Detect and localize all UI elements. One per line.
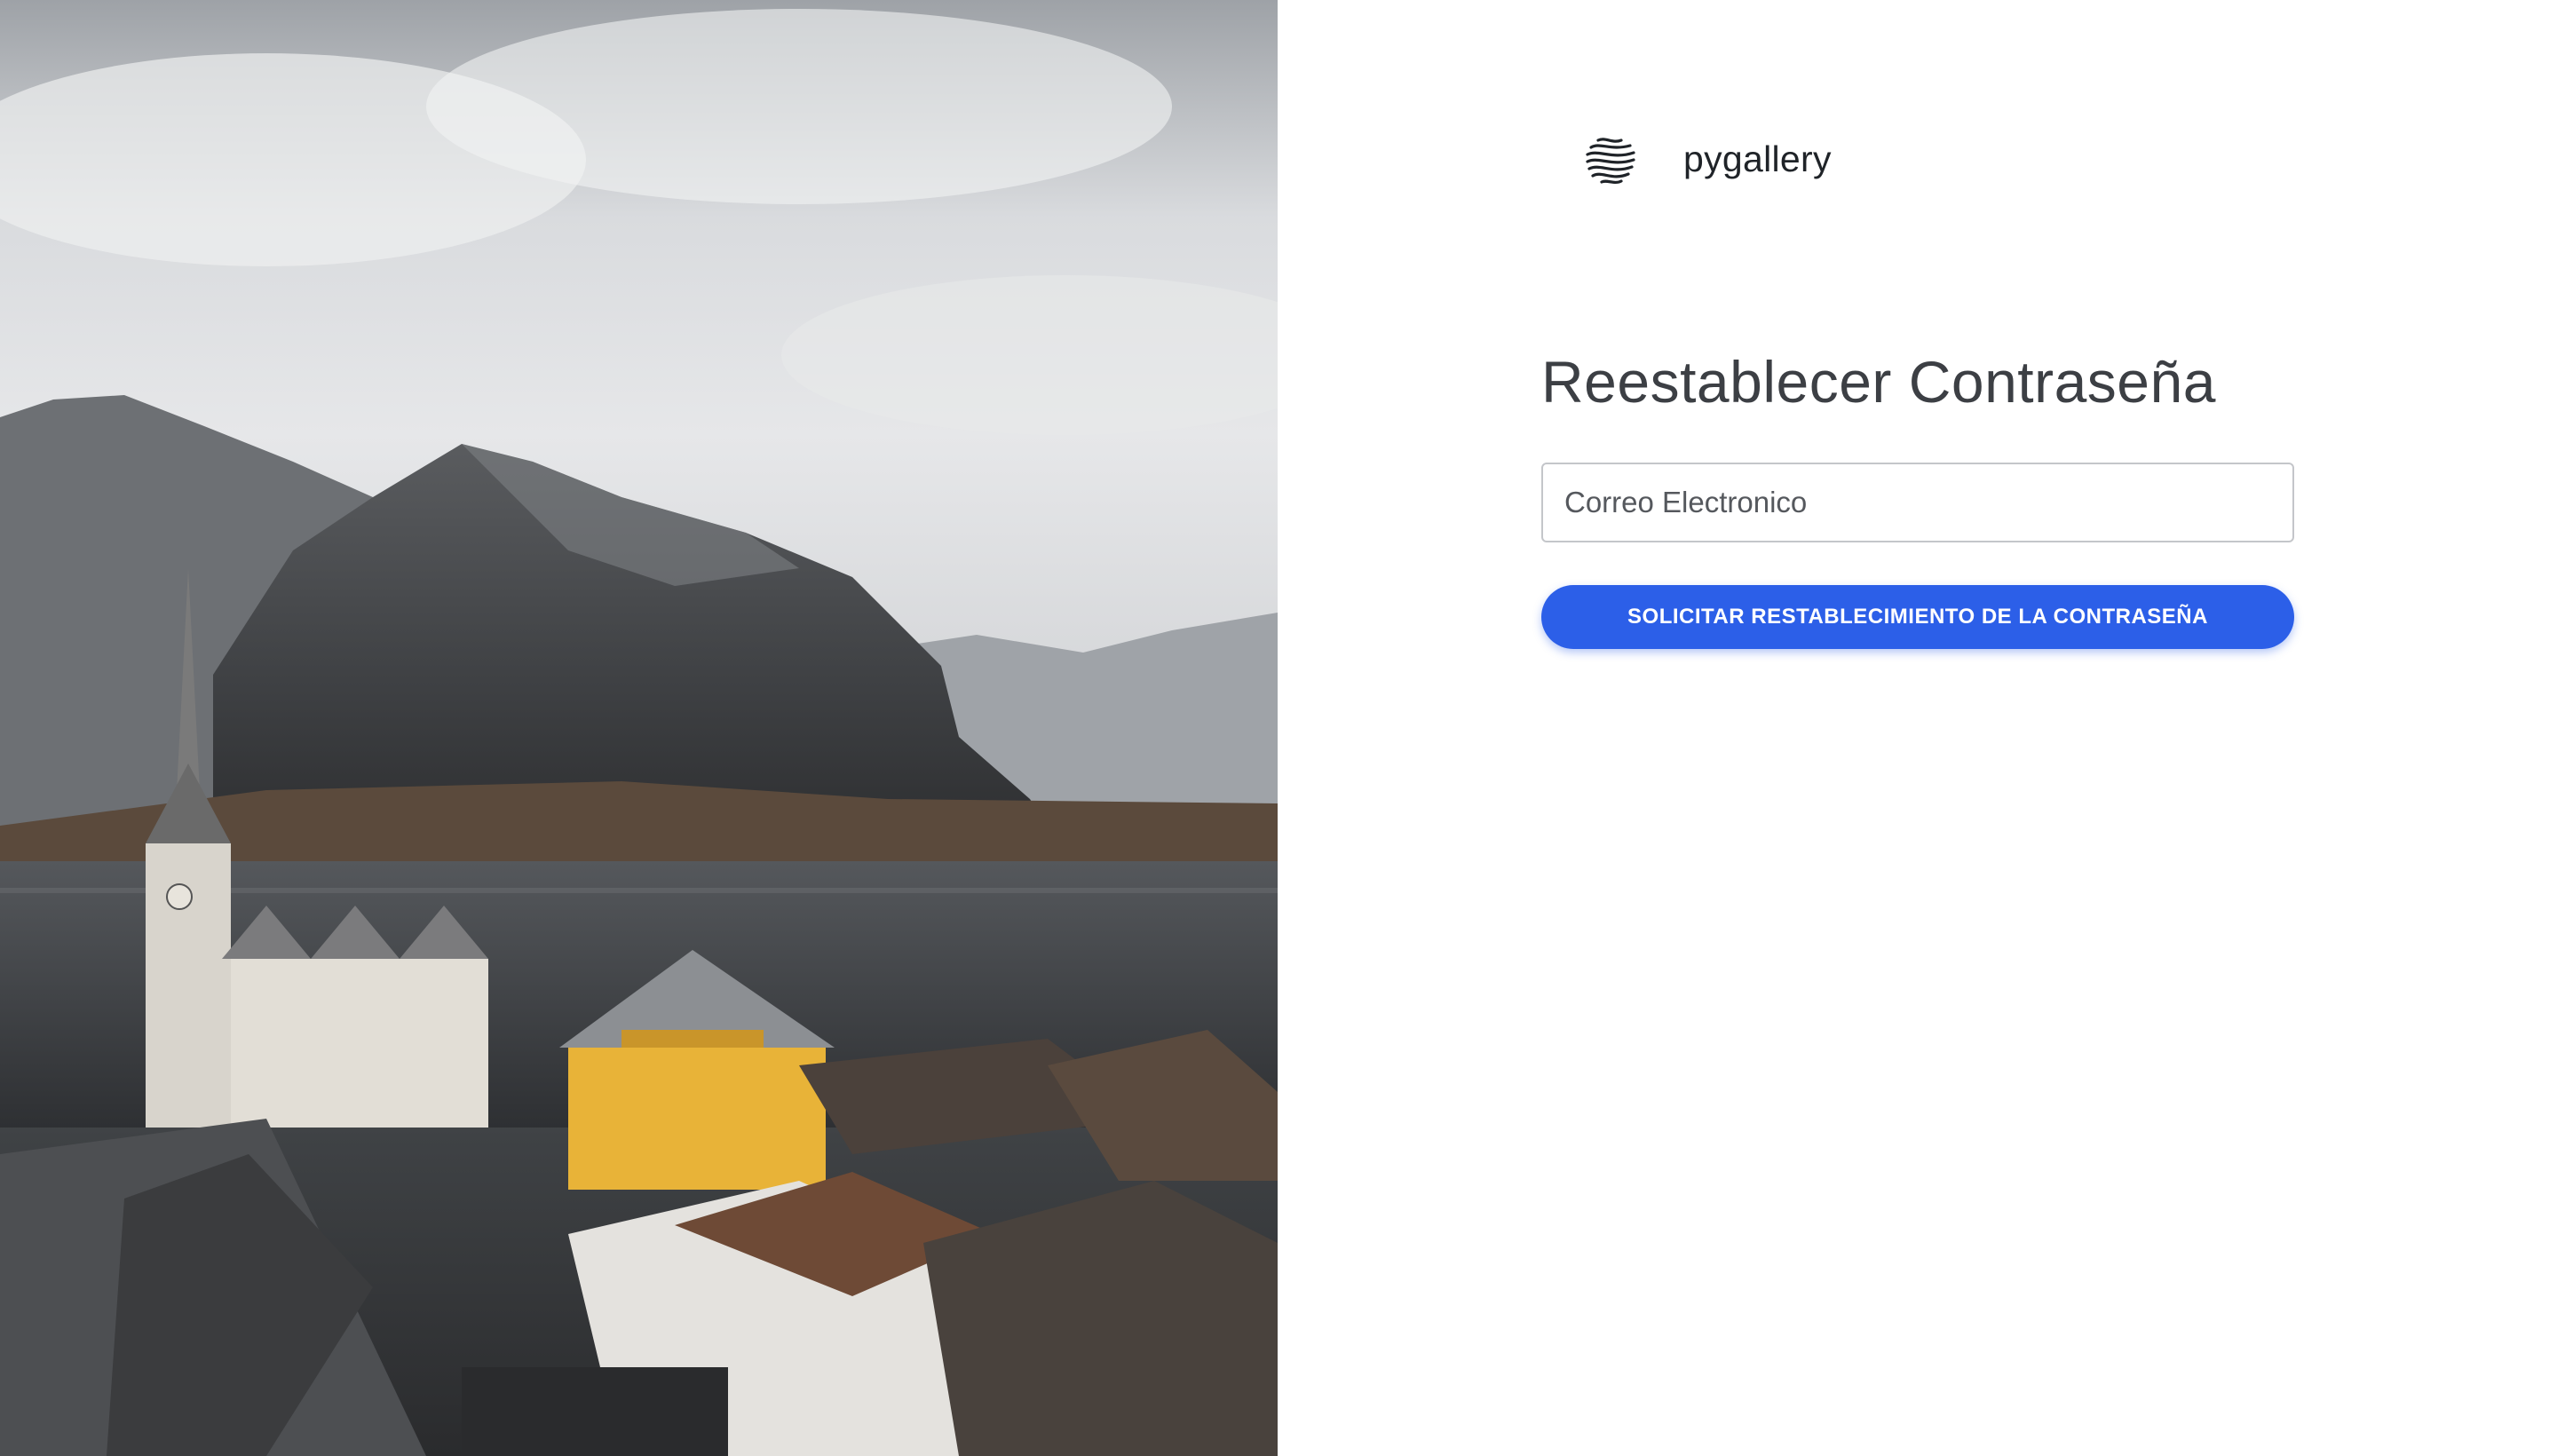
page-title: Reestablecer Contraseña [1541,349,2216,415]
request-reset-button-label: SOLICITAR RESTABLECIMIENTO DE LA CONTRAS… [1627,605,2208,629]
form-panel [1278,0,2557,1456]
request-reset-button[interactable]: SOLICITAR RESTABLECIMIENTO DE LA CONTRAS… [1541,585,2294,649]
email-field[interactable] [1541,463,2294,542]
brand[interactable]: pygallery [1582,131,1831,188]
brand-name: pygallery [1683,138,1832,179]
hero-landscape-image [0,0,1278,1456]
waves-logo-icon [1586,138,1635,185]
